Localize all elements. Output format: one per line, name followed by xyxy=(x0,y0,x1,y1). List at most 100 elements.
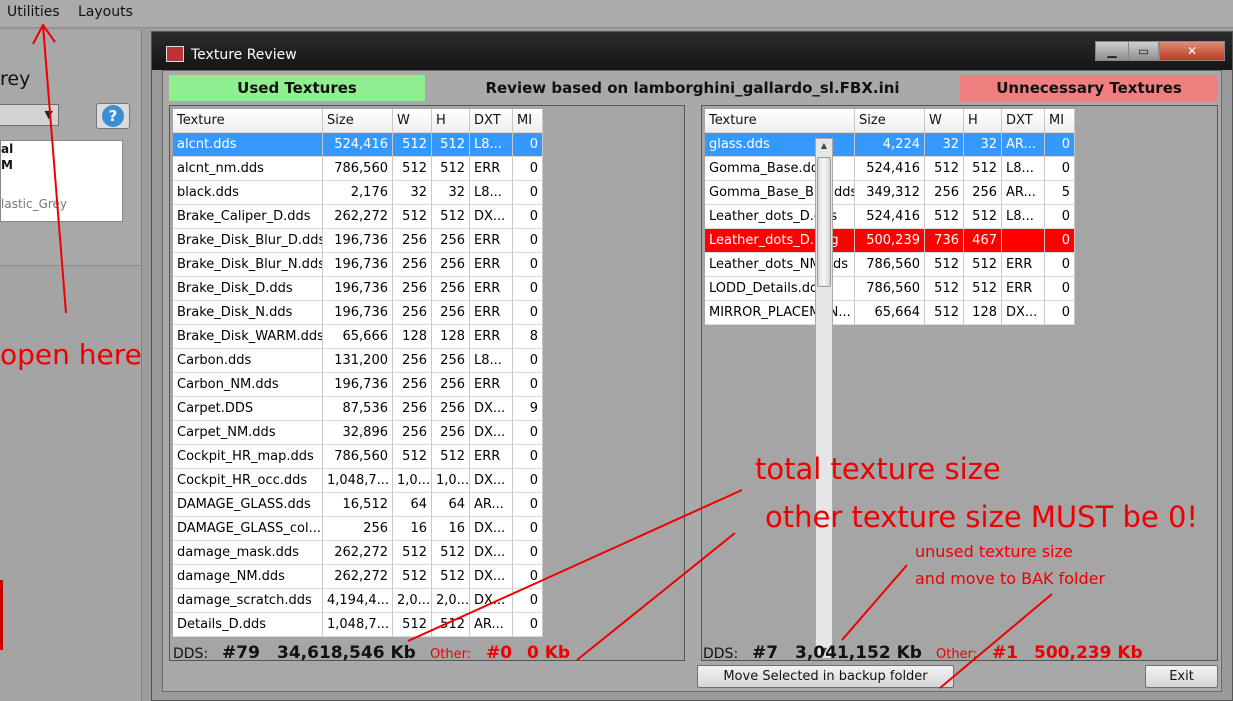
exit-button[interactable]: Exit xyxy=(1145,665,1218,688)
table-row[interactable]: DAMAGE_GLASS.dds 16,512 64 64 AR... 0 xyxy=(173,493,543,517)
minimize-button[interactable]: ▁ xyxy=(1095,41,1129,61)
cell-width: 256 xyxy=(393,229,432,253)
column-header[interactable]: Size xyxy=(855,109,925,133)
cell-height: 128 xyxy=(964,301,1002,325)
dds-size: 34,618,546 Kb xyxy=(277,643,416,663)
cell-dxt: DX... xyxy=(470,421,513,445)
table-row[interactable]: Cockpit_HR_map.dds 786,560 512 512 ERR 0 xyxy=(173,445,543,469)
move-to-backup-button[interactable]: Move Selected in backup folder xyxy=(697,665,954,688)
cell-dxt: L8... xyxy=(1002,205,1045,229)
window-title: Texture Review xyxy=(191,47,297,63)
used-textures-table[interactable]: Texture Size W H DXT MI alcnt.dds 524,416 512 512… xyxy=(169,105,685,661)
table-row[interactable]: Carpet_NM.dds 32,896 256 256 DX... 0 xyxy=(173,421,543,445)
cell-size: 4,194,4... xyxy=(323,589,393,613)
table-row[interactable]: Brake_Disk_Blur_D.dds 196,736 256 256 ERR 0 xyxy=(173,229,543,253)
table-header-row[interactable]: Texture Size W H DXT MI xyxy=(173,109,543,133)
cell-dxt: ERR xyxy=(1002,277,1045,301)
cell-dxt: DX... xyxy=(470,565,513,589)
cell-mip: 0 xyxy=(1045,253,1075,277)
column-header[interactable]: DXT xyxy=(1002,109,1045,133)
table-row[interactable]: Leather_dots_D.png 500,239 736 467 0 xyxy=(705,229,1075,253)
table-row[interactable]: DAMAGE_GLASS_col... 256 16 16 DX... 0 xyxy=(173,517,543,541)
cell-height: 512 xyxy=(432,133,470,157)
cell-height: 467 xyxy=(964,229,1002,253)
table-row[interactable]: Brake_Disk_D.dds 196,736 256 256 ERR 0 xyxy=(173,277,543,301)
table-row[interactable]: Brake_Disk_Blur_N.dds 196,736 256 256 ERR 0 xyxy=(173,253,543,277)
list-item[interactable]: lastic_Grey xyxy=(1,197,67,211)
column-header[interactable]: W xyxy=(925,109,964,133)
cell-dxt: ERR xyxy=(470,301,513,325)
scroll-thumb[interactable] xyxy=(817,157,831,287)
table-row[interactable]: LODD_Details.dds 786,560 512 512 ERR 0 xyxy=(705,277,1075,301)
column-header[interactable]: H xyxy=(964,109,1002,133)
list-item[interactable]: M xyxy=(1,158,13,172)
material-dropdown[interactable]: ▼ xyxy=(0,104,59,126)
cell-dxt: L8... xyxy=(470,133,513,157)
cell-mip: 0 xyxy=(513,277,543,301)
table-row[interactable]: black.dds 2,176 32 32 L8... 0 xyxy=(173,181,543,205)
menu-utilities[interactable]: Utilities xyxy=(7,4,60,20)
maximize-button[interactable]: ▭ xyxy=(1128,41,1159,61)
table-row[interactable]: Carbon_NM.dds 196,736 256 256 ERR 0 xyxy=(173,373,543,397)
table-row[interactable]: Details_D.dds 1,048,7... 512 512 AR... 0 xyxy=(173,613,543,637)
table-row[interactable]: damage_mask.dds 262,272 512 512 DX... 0 xyxy=(173,541,543,565)
table-row[interactable]: Gomma_Base_Blur.dds 349,312 256 256 AR... 5 xyxy=(705,181,1075,205)
cell-width: 736 xyxy=(925,229,964,253)
used-table-scrollbar[interactable]: ▲ ▼ xyxy=(815,138,833,659)
table-row[interactable]: Leather_dots_D.dds 524,416 512 512 L8... 0 xyxy=(705,205,1075,229)
cell-size: 196,736 xyxy=(323,301,393,325)
list-item[interactable]: al xyxy=(1,142,13,156)
table-row[interactable]: MIRROR_PLACEMEN... 65,664 512 128 DX... 0 xyxy=(705,301,1075,325)
cell-size: 262,272 xyxy=(323,205,393,229)
review-source-header: Review based on lamborghini_gallardo_sl.… xyxy=(485,79,900,97)
cell-mip: 8 xyxy=(513,325,543,349)
help-button[interactable]: ? xyxy=(96,103,130,129)
dds-size: 3,041,152 Kb xyxy=(795,643,922,663)
cell-width: 256 xyxy=(393,397,432,421)
cell-size: 16,512 xyxy=(323,493,393,517)
close-button[interactable]: ✕ xyxy=(1159,41,1225,61)
cell-height: 256 xyxy=(432,277,470,301)
cell-mip: 0 xyxy=(1045,277,1075,301)
cell-mip: 0 xyxy=(513,373,543,397)
column-header[interactable]: DXT xyxy=(470,109,513,133)
cell-size: 786,560 xyxy=(855,253,925,277)
cell-width: 512 xyxy=(393,157,432,181)
column-header[interactable]: MI xyxy=(513,109,543,133)
column-header[interactable]: MI xyxy=(1045,109,1075,133)
table-row[interactable]: Carpet.DDS 87,536 256 256 DX... 9 xyxy=(173,397,543,421)
table-row[interactable]: Carbon.dds 131,200 256 256 L8... 0 xyxy=(173,349,543,373)
cell-size: 32,896 xyxy=(323,421,393,445)
cell-mip: 0 xyxy=(513,181,543,205)
cell-dxt xyxy=(1002,229,1045,253)
table-header-row[interactable]: Texture Size W H DXT MI xyxy=(705,109,1075,133)
cell-dxt: ERR xyxy=(1002,253,1045,277)
table-row[interactable]: alcnt.dds 524,416 512 512 L8... 0 xyxy=(173,133,543,157)
cell-width: 512 xyxy=(925,205,964,229)
table-row[interactable]: Leather_dots_NM.dds 786,560 512 512 ERR 0 xyxy=(705,253,1075,277)
table-row[interactable]: Cockpit_HR_occ.dds 1,048,7... 1,0... 1,0...… xyxy=(173,469,543,493)
column-header[interactable]: Texture xyxy=(173,109,323,133)
menu-layouts[interactable]: Layouts xyxy=(78,4,133,20)
column-header[interactable]: Size xyxy=(323,109,393,133)
scroll-up-icon[interactable]: ▲ xyxy=(816,139,832,153)
cell-mip: 0 xyxy=(513,253,543,277)
cell-dxt: ERR xyxy=(470,325,513,349)
cell-width: 16 xyxy=(393,517,432,541)
table-row[interactable]: glass.dds 4,224 32 32 AR... 0 xyxy=(705,133,1075,157)
cell-height: 256 xyxy=(432,253,470,277)
table-row[interactable]: Brake_Caliper_D.dds 262,272 512 512 DX... 0 xyxy=(173,205,543,229)
table-row[interactable]: alcnt_nm.dds 786,560 512 512 ERR 0 xyxy=(173,157,543,181)
cell-size: 1,048,7... xyxy=(323,613,393,637)
table-row[interactable]: Gomma_Base.dds 524,416 512 512 L8... 0 xyxy=(705,157,1075,181)
table-row[interactable]: Brake_Disk_N.dds 196,736 256 256 ERR 0 xyxy=(173,301,543,325)
cell-width: 512 xyxy=(393,133,432,157)
column-header[interactable]: Texture xyxy=(705,109,855,133)
column-header[interactable]: W xyxy=(393,109,432,133)
column-header[interactable]: H xyxy=(432,109,470,133)
table-row[interactable]: Brake_Disk_WARM.dds 65,666 128 128 ERR 8 xyxy=(173,325,543,349)
cell-texture: DAMAGE_GLASS_col... xyxy=(173,517,323,541)
table-row[interactable]: damage_scratch.dds 4,194,4... 2,0... 2,0...… xyxy=(173,589,543,613)
cell-height: 32 xyxy=(432,181,470,205)
table-row[interactable]: damage_NM.dds 262,272 512 512 DX... 0 xyxy=(173,565,543,589)
